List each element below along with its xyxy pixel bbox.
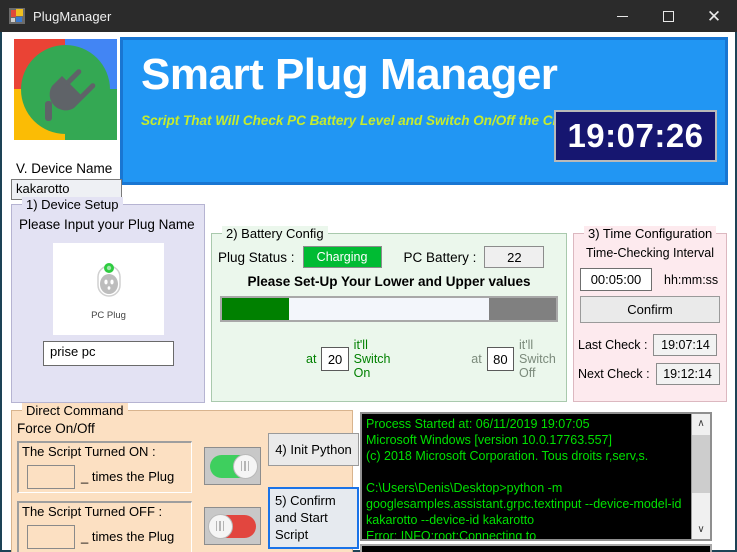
force-onoff-label: Force On/Off [17, 421, 95, 436]
battery-status-row: Plug Status : Charging PC Battery : 22 [218, 246, 544, 268]
device-setup-group: 1) Device Setup Please Input your Plug N… [11, 204, 205, 403]
plug-card-label: PC Plug [91, 310, 126, 321]
plug-status-badge: Charging [303, 246, 382, 268]
time-config-group: 3) Time Configuration Time-Checking Inte… [573, 233, 727, 402]
slider-low-fill [222, 298, 289, 320]
lower-at-label: at [306, 352, 316, 366]
console-output: Process Started at: 06/11/2019 19:07:05 … [360, 412, 712, 541]
lower-threshold-tail: it'll Switch On [354, 338, 404, 380]
next-check-row: Next Check : 19:12:14 [578, 363, 720, 385]
scroll-down-icon[interactable]: ∨ [692, 520, 710, 539]
turned-on-counter-box: The Script Turned ON : _ times the Plug [17, 441, 192, 493]
device-setup-title: 1) Device Setup [22, 197, 123, 212]
last-check-value: 19:07:14 [653, 334, 717, 356]
time-config-title: 3) Time Configuration [584, 226, 716, 241]
close-icon[interactable]: ✕ [691, 0, 737, 32]
upper-threshold-group: at 80 it'll Switch Off [471, 338, 568, 380]
lower-threshold-group: at 20 it'll Switch On [306, 338, 403, 380]
battery-config-group: 2) Battery Config Plug Status : Charging… [211, 233, 567, 402]
scroll-up-icon[interactable]: ∧ [692, 414, 710, 433]
direct-command-group: Direct Command Force On/Off The Script T… [11, 410, 353, 552]
upper-threshold-tail: it'll Switch Off [519, 338, 569, 380]
client-area: Smart Plug Manager Script That Will Chec… [0, 32, 737, 552]
device-setup-help: Please Input your Plug Name [19, 217, 195, 232]
plug-logo-icon [14, 39, 117, 140]
upper-threshold-input[interactable]: 80 [487, 347, 514, 371]
interval-row: 00:05:00 hh:mm:ss [580, 268, 718, 291]
upper-at-label: at [471, 352, 481, 366]
window-controls: ✕ [599, 0, 737, 32]
init-python-button[interactable]: 4) Init Python [268, 433, 359, 466]
pc-battery-value: 22 [484, 246, 544, 268]
pc-battery-label: PC Battery : [404, 250, 477, 265]
scrollbar-track[interactable] [692, 433, 710, 520]
turned-off-counter-box: The Script Turned OFF : _ times the Plug [17, 501, 192, 552]
console-scrollbar[interactable]: ∧ ∨ [691, 414, 710, 539]
force-on-toggle[interactable] [204, 447, 261, 485]
turned-on-label: The Script Turned ON : [22, 444, 156, 459]
app-icon [9, 8, 25, 24]
minimize-button[interactable] [599, 0, 645, 32]
console-text: Process Started at: 06/11/2019 19:07:05 … [362, 414, 691, 539]
turned-off-tail: _ times the Plug [81, 529, 174, 544]
banner: Smart Plug Manager Script That Will Chec… [120, 37, 728, 185]
scrollbar-thumb[interactable] [692, 435, 710, 493]
next-check-label: Next Check : [578, 367, 650, 381]
last-check-row: Last Check : 19:07:14 [578, 334, 717, 356]
time-config-help: Time-Checking Interval [574, 246, 726, 260]
console-input[interactable] [360, 544, 712, 552]
slider-middle [289, 298, 489, 320]
banner-title: Smart Plug Manager [141, 50, 557, 100]
turned-off-label: The Script Turned OFF : [22, 504, 162, 519]
lower-threshold-input[interactable]: 20 [321, 347, 348, 371]
threshold-row: at 20 it'll Switch On at 80 it'll Switch… [212, 338, 566, 380]
socket-icon [89, 258, 129, 306]
window-title: PlugManager [33, 9, 111, 24]
battery-config-title: 2) Battery Config [222, 226, 328, 241]
force-off-toggle[interactable] [204, 507, 261, 545]
clock-display: 19:07:26 [554, 110, 717, 162]
plug-status-label: Plug Status : [218, 250, 295, 265]
turned-on-count [27, 465, 75, 489]
slider-high-fill [489, 298, 556, 320]
plug-preview-card: PC Plug [53, 243, 164, 335]
maximize-button[interactable] [645, 0, 691, 32]
battery-help-text: Please Set-Up Your Lower and Upper value… [212, 274, 566, 289]
next-check-value: 19:12:14 [656, 363, 720, 385]
device-name-label: V. Device Name [16, 161, 112, 176]
direct-command-title: Direct Command [22, 403, 128, 418]
turned-on-tail: _ times the Plug [81, 469, 174, 484]
interval-input[interactable]: 00:05:00 [580, 268, 652, 291]
last-check-label: Last Check : [578, 338, 647, 352]
plug-name-input[interactable]: prise pc [43, 341, 174, 366]
title-bar: PlugManager ✕ [0, 0, 737, 32]
turned-off-count [27, 525, 75, 549]
start-script-button[interactable]: 5) Confirm and Start Script [268, 487, 359, 549]
interval-format-label: hh:mm:ss [664, 273, 718, 287]
confirm-button[interactable]: Confirm [580, 296, 720, 323]
app-window: PlugManager ✕ Smart Plug Manager S [0, 0, 737, 552]
threshold-slider[interactable] [220, 296, 558, 322]
banner-subtitle: Script That Will Check PC Battery Level … [141, 112, 571, 129]
